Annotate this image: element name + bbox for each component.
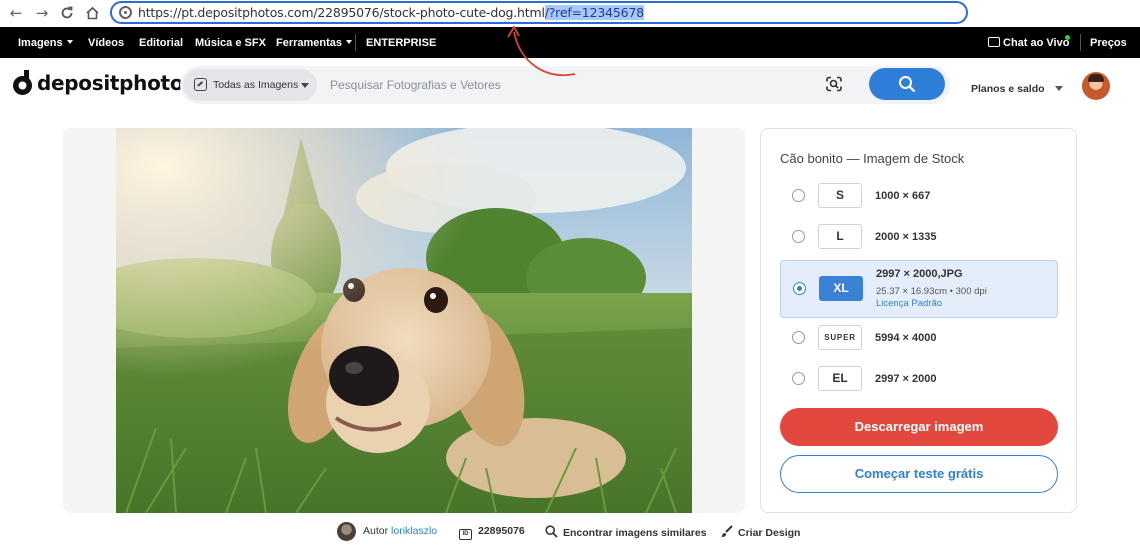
find-similar-link[interactable]: Encontrar imagens similares xyxy=(545,525,707,539)
size-dimensions: 2000 × 1335 xyxy=(875,231,937,243)
image-id-value: 22895076 xyxy=(478,525,525,537)
size-option-xl[interactable]: XL 2997 × 2000,JPG 25.37 × 16.93cm • 300… xyxy=(780,260,1058,318)
content-type-select[interactable]: Todas as Imagens xyxy=(183,69,317,101)
size-option-s[interactable]: S 1000 × 667 xyxy=(780,181,1058,221)
photo-illustration xyxy=(116,128,692,513)
plans-dropdown[interactable]: Planos e saldo xyxy=(971,83,1063,95)
chevron-down-icon xyxy=(1054,86,1063,91)
chevron-down-icon xyxy=(66,40,73,44)
size-dimensions: 2997 × 2000 xyxy=(875,373,937,385)
size-option-l[interactable]: L 2000 × 1335 xyxy=(780,222,1058,262)
search-icon xyxy=(899,76,916,93)
author-link[interactable]: loriklaszlo xyxy=(391,525,437,537)
online-status-dot xyxy=(1065,35,1070,40)
logo-icon xyxy=(13,70,32,95)
image-meta-bar: Autor loriklaszlo ID 22895076 Encontrar i… xyxy=(0,520,1140,544)
size-dimensions: 2997 × 2000,JPG xyxy=(876,268,963,280)
author-info: Autor loriklaszlo xyxy=(363,525,437,537)
url-text: https://pt.depositphotos.com/22895076/st… xyxy=(138,5,644,20)
nav-divider xyxy=(1080,34,1081,51)
license-link[interactable]: Licença Padrão xyxy=(876,298,942,309)
size-label: L xyxy=(818,224,862,249)
prices-link[interactable]: Preços xyxy=(1090,37,1127,49)
chevron-down-icon xyxy=(346,40,353,44)
size-label: EL xyxy=(818,366,862,391)
site-info-icon[interactable] xyxy=(119,6,132,19)
nav-divider xyxy=(355,34,356,51)
chat-icon xyxy=(988,37,1000,47)
home-icon[interactable] xyxy=(83,4,101,22)
size-radio[interactable] xyxy=(792,372,805,385)
dog-photo[interactable] xyxy=(116,128,692,513)
content-type-label: Todas as Imagens xyxy=(213,79,299,91)
image-preview-panel xyxy=(63,128,745,513)
address-bar[interactable]: https://pt.depositphotos.com/22895076/st… xyxy=(110,1,968,24)
annotation-arrow xyxy=(507,25,576,76)
visual-search-icon[interactable] xyxy=(825,75,843,93)
back-icon[interactable]: ← xyxy=(7,4,25,22)
size-option-super[interactable]: SUPER 5994 × 4000 xyxy=(780,323,1058,363)
logo-text: depositphotos xyxy=(37,71,195,95)
size-radio[interactable] xyxy=(792,230,805,243)
chevron-down-icon xyxy=(301,83,309,88)
url-selected-text: /?ref=12345678 xyxy=(544,5,644,20)
image-id: ID 22895076 xyxy=(459,525,525,540)
nav-enterprise[interactable]: ENTERPRISE xyxy=(366,37,436,49)
size-option-el[interactable]: EL 2997 × 2000 xyxy=(780,364,1058,404)
download-options-panel: Cão bonito — Imagem de Stock S 1000 × 66… xyxy=(760,128,1077,513)
size-label: SUPER xyxy=(818,325,862,350)
image-title: Cão bonito — Imagem de Stock xyxy=(780,151,965,166)
create-design-link[interactable]: Criar Design xyxy=(720,525,800,539)
search-button[interactable] xyxy=(869,68,945,100)
nav-videos[interactable]: Vídeos xyxy=(88,37,124,49)
search-icon xyxy=(545,525,558,538)
download-button[interactable]: Descarregar imagem xyxy=(780,408,1058,446)
forward-icon[interactable]: → xyxy=(33,4,51,22)
nav-imagens[interactable]: Imagens xyxy=(18,37,73,49)
id-icon: ID xyxy=(459,529,472,540)
author-prefix: Autor xyxy=(363,525,389,537)
nav-musica[interactable]: Música e SFX xyxy=(195,37,266,49)
nav-editorial[interactable]: Editorial xyxy=(139,37,183,49)
image-type-icon xyxy=(194,78,207,91)
size-radio-selected[interactable] xyxy=(793,282,806,295)
size-meta: 25.37 × 16.93cm • 300 dpi xyxy=(876,286,987,297)
user-avatar[interactable] xyxy=(1082,72,1110,100)
size-label: S xyxy=(818,183,862,208)
brush-icon xyxy=(722,525,733,537)
nav-ferramentas[interactable]: Ferramentas xyxy=(276,37,353,49)
size-dimensions: 1000 × 667 xyxy=(875,190,931,202)
reload-icon[interactable] xyxy=(58,4,76,22)
free-trial-button[interactable]: Começar teste grátis xyxy=(780,455,1058,493)
size-radio[interactable] xyxy=(792,331,805,344)
author-avatar[interactable] xyxy=(337,522,356,541)
chat-link[interactable]: Chat ao Vivo xyxy=(988,37,1069,49)
size-radio[interactable] xyxy=(792,189,805,202)
size-dimensions: 5994 × 4000 xyxy=(875,332,937,344)
size-label: XL xyxy=(819,276,863,301)
